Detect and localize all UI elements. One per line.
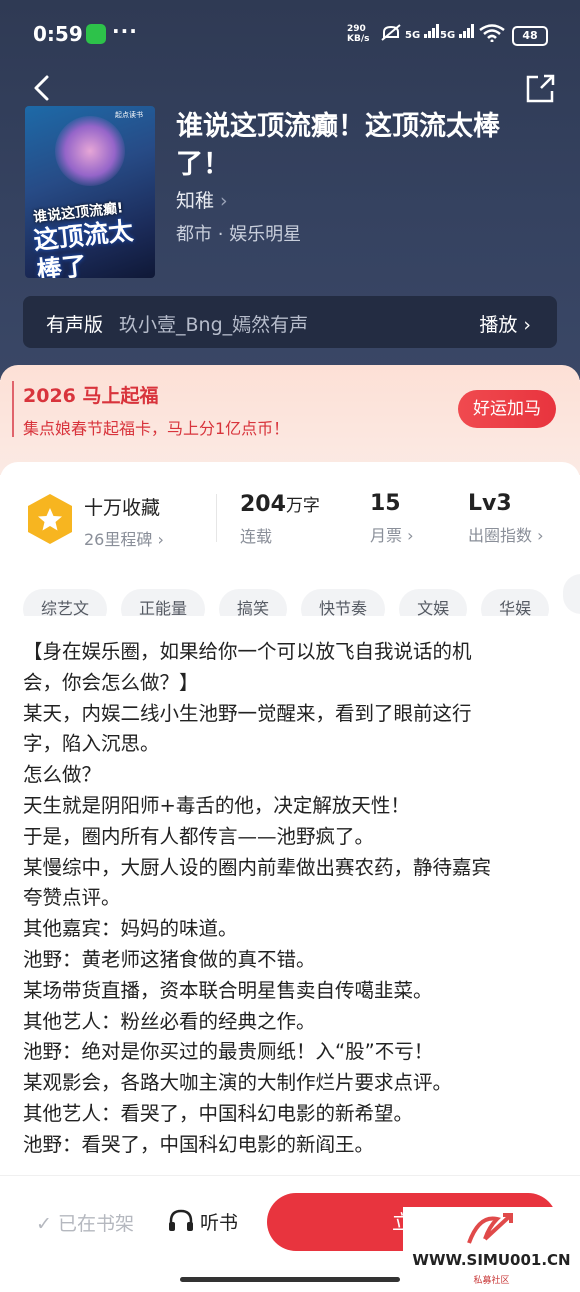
promo-subtitle: 集点娘春节起福卡，马上分1亿点币！ (23, 419, 290, 438)
cover-art (55, 116, 125, 186)
synopsis-line: 池野：黄老师这猪食做的真不错。 (23, 947, 316, 971)
synopsis-line: 池野：绝对是你买过的最贵厕纸！入“股”不亏！ (23, 1040, 434, 1064)
word-count-stat: 204万字 连载 (240, 491, 320, 547)
chevron-right-icon: › (523, 314, 531, 336)
tag-overflow[interactable] (563, 574, 580, 614)
wifi-icon (479, 24, 505, 46)
play-button[interactable]: 播放 › (479, 310, 531, 337)
book-genre: 都市 · 娱乐明星 (176, 224, 302, 245)
book-title: 谁说这顶流癫！这顶流太棒了！ (176, 111, 500, 180)
signal-2-icon: 5G (440, 24, 475, 41)
monthly-ticket-label: 月票 (370, 526, 403, 545)
monthly-ticket-stat[interactable]: 15 月票 › (370, 491, 414, 546)
mute-icon (380, 24, 402, 46)
on-shelf-button[interactable]: ✓ 已在书架 (36, 1209, 134, 1236)
watermark-url: WWW.SIMU001.CN (412, 1251, 571, 1269)
synopsis-line: 于是，圈内所有人都传言——池野疯了。 (23, 824, 375, 848)
headphones-icon (169, 1209, 193, 1231)
audiobook-bar[interactable]: 有声版 玖小壹_Bng_嫣然有声 播放 › (23, 296, 557, 348)
synopsis-line: 会，你会怎么做？】 (23, 670, 199, 694)
network-speed: 290 KB/s (347, 24, 377, 44)
word-count-unit: 万字 (285, 496, 320, 516)
synopsis-line: 夸赞点评。 (23, 886, 121, 910)
synopsis-line: 某慢综中，大厨人设的圈内前辈做出赛农药，静待嘉宾 (23, 855, 492, 879)
synopsis-line: 其他嘉宾：妈妈的味道。 (23, 917, 238, 941)
chevron-right-icon: › (537, 526, 544, 545)
star-badge-icon (27, 493, 73, 545)
tag[interactable]: 快节奏 (301, 589, 386, 616)
tag[interactable]: 文娱 (399, 589, 468, 616)
book-header: 0:59 ··· 290 KB/s 5G 5G 48 起点读书 谁说这顶流癫! (0, 0, 580, 380)
promo-heading: 2026 马上起福 (23, 385, 159, 407)
signal-1-label: 5G (405, 30, 421, 41)
play-label: 播放 (479, 314, 518, 336)
audiobook-label: 有声版 (46, 314, 104, 336)
chevron-right-icon: › (407, 526, 414, 545)
serial-status: 连载 (240, 527, 273, 546)
synopsis-line: 字，陷入沉思。 (23, 732, 160, 756)
tag-list: 综艺文 正能量 搞笑 快节奏 文娱 华娱 (23, 574, 580, 616)
synopsis-line: 其他艺人：粉丝必看的经典之作。 (23, 1009, 316, 1033)
promo-button[interactable]: 好运加马 (458, 390, 556, 428)
on-shelf-label: 已在书架 (57, 1213, 134, 1235)
watermark: WWW.SIMU001.CN 私募社区 (403, 1207, 580, 1291)
collection-stat[interactable]: 十万收藏 26里程碑 › (84, 493, 164, 550)
back-button[interactable] (28, 72, 58, 104)
share-button[interactable] (525, 72, 555, 104)
author-name: 知稚 (176, 190, 215, 212)
collection-count: 十万收藏 (84, 497, 161, 519)
back-arrow-icon (34, 75, 49, 101)
synopsis-line: 【身在娱乐圈，如果给你一个可以放飞自我说话的机 (23, 640, 472, 663)
share-icon (526, 74, 555, 103)
popularity-stat[interactable]: Lv3 出圈指数 › (468, 491, 544, 546)
status-bar: 0:59 ··· 290 KB/s 5G 5G 48 (0, 0, 580, 70)
speed-value: 290 (347, 24, 366, 34)
synopsis-line: 天生就是阴阳师+毒舌的他，决定解放天性！ (23, 793, 410, 817)
synopsis-line: 池野：看哭了，中国科幻电影的新阎王。 (23, 1132, 375, 1156)
divider (216, 494, 217, 542)
promo-banner[interactable]: 2026 马上起福 集点娘春节起福卡，马上分1亿点币！ 好运加马 (0, 365, 580, 475)
more-notifications-icon: ··· (112, 19, 138, 43)
battery-indicator: 48 (512, 26, 548, 46)
listen-button[interactable]: 听书 (168, 1208, 238, 1235)
synopsis-line: 某场带货直播，资本联合明星售卖自传噶韭菜。 (23, 978, 433, 1002)
check-icon: ✓ (36, 1213, 52, 1235)
synopsis-line: 怎么做？ (23, 763, 102, 787)
signal-1-icon: 5G (405, 24, 440, 41)
popularity-level: Lv3 (468, 491, 512, 516)
author-link[interactable]: 知稚 › (176, 186, 228, 213)
book-synopsis[interactable]: 【身在娱乐圈，如果给你一个可以放飞自我说话的机 会，你会怎么做？】 某天，内娱二… (23, 637, 563, 1161)
book-cover[interactable]: 起点读书 谁说这顶流癫! 这顶流太棒了 (25, 106, 155, 278)
synopsis-line: 某观影会，各路大咖主演的大制作烂片要求点评。 (23, 1071, 453, 1095)
tag[interactable]: 正能量 (121, 589, 206, 616)
popularity-label: 出圈指数 (468, 526, 533, 545)
cover-title-line2: 这顶流太棒了 (32, 215, 135, 278)
audiobook-narrators: 玖小壹_Bng_嫣然有声 (119, 314, 309, 336)
book-details: 十万收藏 26里程碑 › 204万字 连载 15 月票 › Lv3 出圈指数 ›… (0, 462, 580, 1291)
listen-label: 听书 (200, 1212, 239, 1234)
speed-unit: KB/s (347, 34, 370, 44)
chevron-right-icon: › (220, 190, 228, 212)
synopsis-line: 某天，内娱二线小生池野一觉醒来，看到了眼前这行 (23, 701, 472, 725)
synopsis-line: 其他艺人：看哭了，中国科幻电影的新希望。 (23, 1101, 414, 1125)
wechat-icon (86, 24, 106, 44)
watermark-logo (467, 1213, 513, 1244)
signal-2-label: 5G (440, 30, 456, 41)
milestone-label: 26里程碑 (84, 530, 153, 549)
promo-accent-bar (12, 381, 14, 437)
word-count-value: 204 (240, 492, 286, 517)
cover-publisher: 起点读书 (115, 111, 143, 119)
tag[interactable]: 搞笑 (219, 589, 288, 616)
watermark-subtitle: 私募社区 (473, 1276, 510, 1286)
tag[interactable]: 华娱 (481, 589, 550, 616)
chevron-right-icon: › (157, 530, 164, 549)
tag[interactable]: 综艺文 (23, 589, 108, 616)
monthly-ticket-value: 15 (370, 491, 401, 516)
home-indicator (180, 1277, 400, 1282)
clock: 0:59 (33, 22, 83, 46)
